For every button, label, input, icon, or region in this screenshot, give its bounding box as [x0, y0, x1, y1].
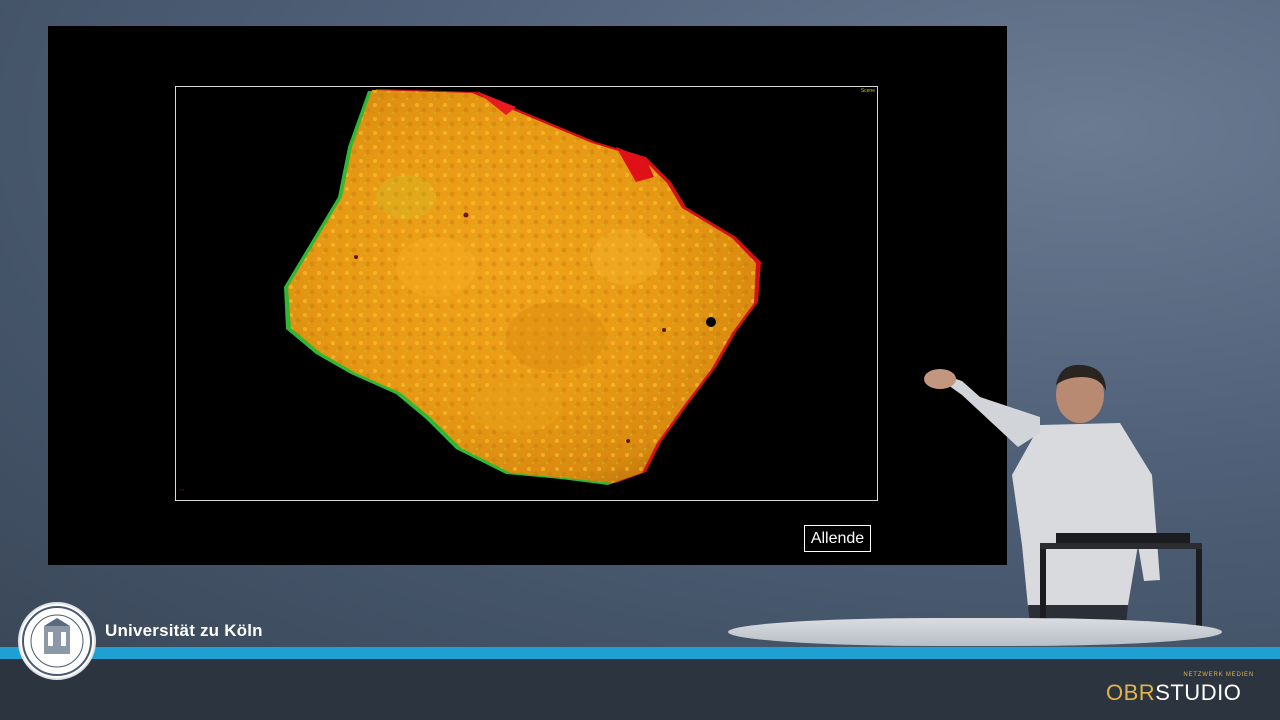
meteorite-render	[284, 89, 761, 485]
studio-tagline: NETZWERK MEDIEN	[1183, 672, 1254, 678]
viewport-axis-marker: ▪▪▪	[180, 487, 185, 492]
3d-viewport[interactable]: Scene ▪▪▪	[175, 86, 878, 501]
projection-screen: Scene ▪▪▪ Allende	[48, 26, 1007, 565]
caption-label: Allende	[804, 525, 871, 552]
viewport-scene-label: Scene	[860, 88, 875, 94]
obr-studio-logo: NETZWERK MEDIEN OBRSTUDIO	[1106, 672, 1266, 708]
accent-stripe	[0, 647, 1280, 659]
studio-wordmark: OBRSTUDIO	[1106, 680, 1242, 705]
university-name: Universität zu Köln	[105, 621, 263, 640]
presentation-desk	[728, 618, 1222, 646]
university-seal-icon	[18, 602, 96, 680]
presenter	[924, 364, 1202, 631]
